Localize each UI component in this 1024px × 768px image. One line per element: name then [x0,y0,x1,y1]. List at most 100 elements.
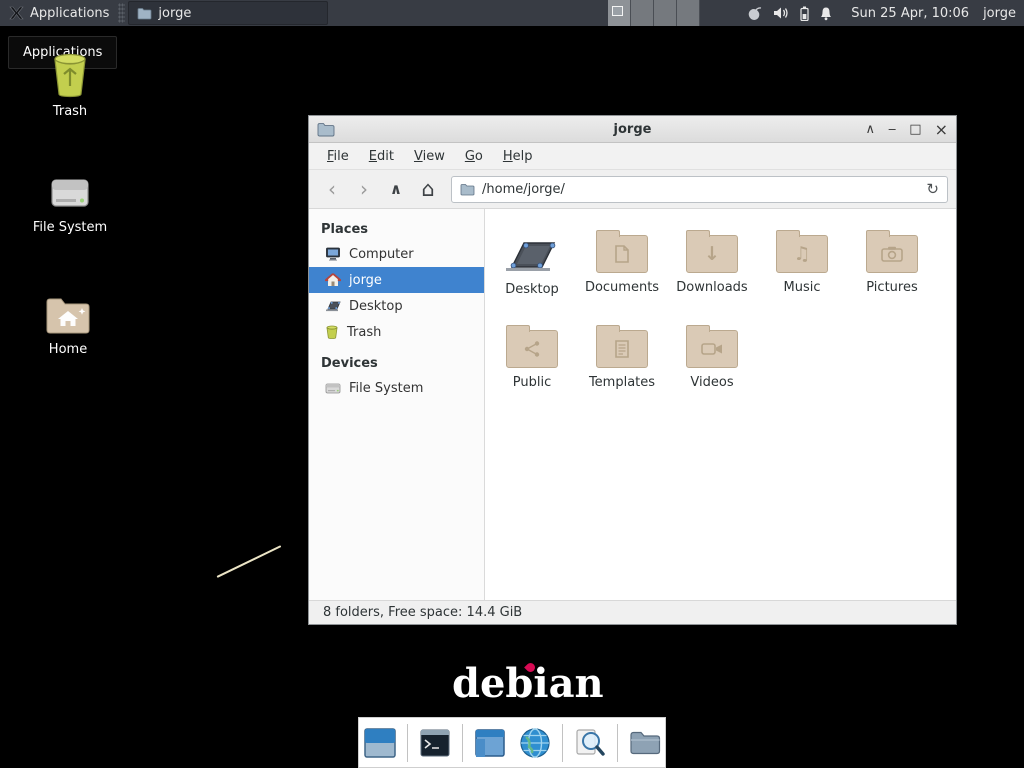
pen-stroke-artifact [217,545,282,578]
show-desktop-launcher[interactable] [362,725,398,761]
menu-view[interactable]: View [404,145,455,168]
folder-item-downloads[interactable]: ↓ Downloads [667,223,757,318]
applications-menu-button[interactable]: Applications [0,0,117,26]
top-panel: Applications jorge Sun 25 Apr, 10:06 jor… [0,0,1024,26]
folder-item-label: Videos [690,375,733,390]
taskbar-window-button[interactable]: jorge [128,1,328,25]
drive-icon [325,382,341,395]
desktop-icon-home[interactable]: Home [24,294,112,357]
app-finder-launcher[interactable] [572,725,608,761]
filesystem-drive-icon [48,172,92,214]
panel-preferences-launcher[interactable] [472,725,508,761]
applications-menu-label: Applications [30,6,109,21]
sidebar-item-label: jorge [349,273,382,288]
desktop-icon-trash[interactable]: Trash [26,52,114,119]
window-body: Places Computer jorge Desktop [309,209,956,600]
sidebar-devices-header: Devices [309,351,484,375]
input-device-icon[interactable] [746,6,763,21]
toolbar: ‹ › ∧ ⌂ /home/jorge/ ↻ [309,170,956,209]
panel-clock[interactable]: Sun 25 Apr, 10:06 [851,6,969,21]
menu-help[interactable]: Help [493,145,543,168]
menu-file[interactable]: File [317,145,359,168]
sidebar-item-jorge[interactable]: jorge [309,267,484,293]
panel-grip[interactable] [118,3,125,23]
folder-item-music[interactable]: ♫ Music [757,223,847,318]
folder-item-label: Templates [589,375,655,390]
user-desktop-icon [504,233,560,275]
home-icon [325,273,341,287]
folder-item-videos[interactable]: Videos [667,318,757,413]
maximize-button[interactable]: □ [909,116,921,143]
folder-view: Desktop Documents ↓ Downloads ♫ Music [485,209,956,600]
dock-separator [617,724,618,762]
xfce-applications-icon [8,5,24,21]
sidebar-places-header: Places [309,217,484,241]
window-controls: ∧ ‒ □ × [866,116,949,143]
sidebar: Places Computer jorge Desktop [309,209,485,600]
close-button[interactable]: × [935,116,948,143]
workspace-3[interactable] [654,0,677,26]
music-folder-icon: ♫ [776,235,828,273]
folder-item-label: Public [513,375,551,390]
back-button[interactable]: ‹ [317,175,347,203]
taskbar-window-label: jorge [158,6,191,21]
workspace-window-outline [612,6,623,16]
window-titlebar[interactable]: jorge ∧ ‒ □ × [309,116,956,143]
reload-icon[interactable]: ↻ [926,180,939,198]
sidebar-item-label: File System [349,381,423,396]
home-button[interactable]: ⌂ [413,175,443,203]
notification-bell-icon[interactable] [819,6,833,21]
path-input[interactable]: /home/jorge/ [482,182,919,197]
battery-icon[interactable] [800,6,809,21]
workspace-2[interactable] [631,0,654,26]
folder-item-label: Pictures [866,280,917,295]
sidebar-item-filesystem[interactable]: File System [309,375,484,401]
workspace-4[interactable] [677,0,700,26]
workspace-switcher[interactable] [608,0,700,26]
panel-tray: Sun 25 Apr, 10:06 jorge [746,0,1024,26]
path-bar[interactable]: /home/jorge/ ↻ [451,176,948,203]
trash-small-icon [325,325,339,339]
file-manager-launcher[interactable] [627,725,663,761]
music-note-glyph: ♫ [793,245,810,264]
sidebar-item-computer[interactable]: Computer [309,241,484,267]
pathbar-folder-icon [460,183,475,196]
debian-wallpaper-logo: debian [452,660,592,707]
dock-separator [462,724,463,762]
volume-icon[interactable] [773,6,790,20]
folder-item-label: Documents [585,280,659,295]
downloads-folder-icon: ↓ [686,235,738,273]
workspace-1[interactable] [608,0,631,26]
computer-icon [325,247,341,261]
sidebar-item-label: Desktop [349,299,403,314]
desktop-icon-label: Trash [53,104,87,119]
up-button[interactable]: ∧ [381,175,411,203]
sidebar-item-trash[interactable]: Trash [309,319,484,345]
sidebar-item-label: Computer [349,247,414,262]
minimize-button[interactable]: ‒ [888,116,896,143]
taskbar-folder-icon [137,7,152,20]
forward-button[interactable]: › [349,175,379,203]
desktop-icon-filesystem[interactable]: File System [26,172,114,235]
folder-item-label: Desktop [505,282,559,297]
web-browser-launcher[interactable] [517,725,553,761]
download-arrow-glyph: ↓ [704,245,720,264]
trash-icon [49,52,91,98]
panel-user-label[interactable]: jorge [983,6,1016,21]
status-bar: 8 folders, Free space: 14.4 GiB [309,600,956,624]
rollup-button[interactable]: ∧ [866,116,876,143]
menu-go[interactable]: Go [455,145,493,168]
menu-bar: File Edit View Go Help [309,143,956,170]
sidebar-item-desktop[interactable]: Desktop [309,293,484,319]
terminal-launcher[interactable] [417,725,453,761]
menu-edit[interactable]: Edit [359,145,404,168]
folder-item-desktop[interactable]: Desktop [487,223,577,318]
dock-separator [562,724,563,762]
folder-item-public[interactable]: Public [487,318,577,413]
bottom-dock [358,717,666,768]
folder-item-pictures[interactable]: Pictures [847,223,937,318]
public-folder-icon [506,330,558,368]
folder-item-templates[interactable]: Templates [577,318,667,413]
window-title: jorge [309,122,956,137]
folder-item-documents[interactable]: Documents [577,223,667,318]
